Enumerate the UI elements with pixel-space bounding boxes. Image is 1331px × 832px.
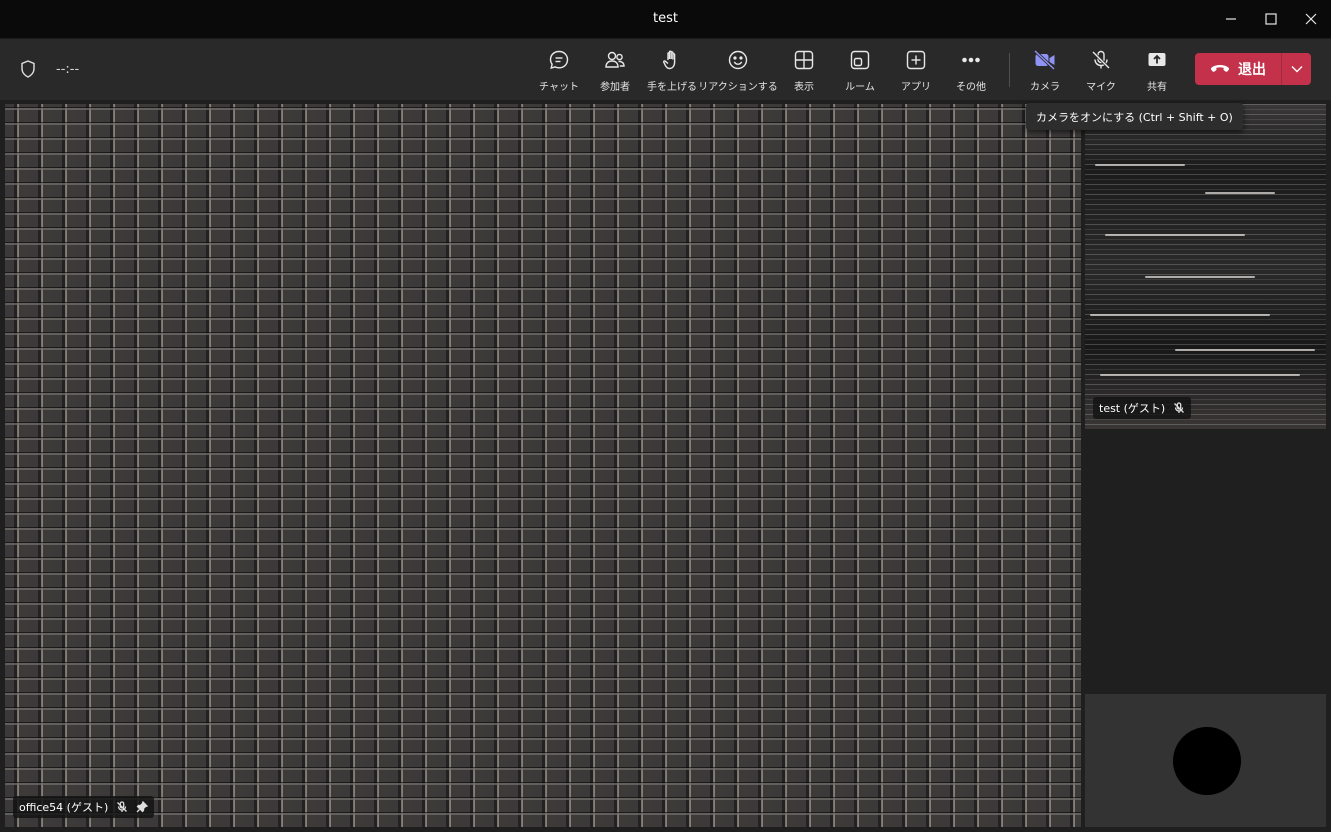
- share-icon: [1148, 53, 1166, 66]
- rooms-icon: [850, 50, 870, 70]
- mic-off-icon: [117, 801, 128, 812]
- more-icon: [962, 57, 980, 63]
- video-detail: [1205, 192, 1275, 194]
- maximize-icon: [1265, 13, 1277, 25]
- camera-label: カメラ: [1030, 82, 1060, 93]
- avatar: [1173, 727, 1241, 795]
- video-detail: [1105, 234, 1245, 236]
- more-button[interactable]: その他: [953, 47, 989, 97]
- chat-label: チャット: [539, 82, 579, 93]
- raise-hand-button[interactable]: 手を上げる: [646, 47, 698, 97]
- main-participant-name: office54 (ゲスト): [19, 801, 109, 814]
- main-participant-tag: office54 (ゲスト): [13, 796, 155, 818]
- people-icon: [605, 51, 625, 68]
- minimize-icon: [1226, 18, 1236, 20]
- grid-icon: [794, 50, 814, 70]
- camera-tooltip: カメラをオンにする (Ctrl + Shift + O): [1026, 103, 1243, 130]
- share-label: 共有: [1147, 82, 1167, 93]
- side-participant-tag: test (ゲスト): [1093, 397, 1192, 419]
- raise-hand-label: 手を上げる: [647, 82, 697, 93]
- mic-label: マイク: [1086, 82, 1116, 93]
- mic-button[interactable]: マイク: [1086, 47, 1116, 97]
- leave-main-button[interactable]: 退出: [1195, 53, 1281, 85]
- video-detail: [1175, 349, 1315, 351]
- mic-off-icon: [1091, 50, 1111, 70]
- video-detail: [1090, 314, 1270, 316]
- close-button[interactable]: [1291, 0, 1331, 38]
- shield-icon[interactable]: [18, 59, 38, 79]
- video-detail: [1095, 164, 1185, 166]
- title-bar: test: [0, 0, 1331, 38]
- hang-up-icon: [1210, 65, 1230, 72]
- smiley-icon: [728, 50, 748, 70]
- maximize-button[interactable]: [1251, 0, 1291, 38]
- meeting-timer: --:--: [56, 62, 80, 77]
- self-view-tile[interactable]: [1085, 694, 1326, 827]
- close-icon: [1305, 13, 1317, 25]
- camera-off-icon: [1033, 49, 1056, 71]
- leave-label: 退出: [1238, 62, 1266, 78]
- main-video-tile[interactable]: office54 (ゲスト): [5, 104, 1081, 827]
- share-button[interactable]: 共有: [1142, 47, 1172, 97]
- window-title: test: [653, 11, 678, 26]
- side-video-tile[interactable]: test (ゲスト): [1085, 104, 1326, 429]
- meeting-toolbar: --:-- チャット 参加者 手を上げる リアクションする 表示 ルーム アプリ…: [0, 38, 1331, 100]
- pin-icon: [136, 801, 149, 813]
- hand-icon: [663, 50, 676, 70]
- rooms-label: ルーム: [845, 82, 875, 93]
- chat-button[interactable]: チャット: [538, 47, 580, 97]
- reactions-label: リアクションする: [698, 82, 778, 93]
- mic-off-icon: [1174, 402, 1185, 413]
- minimize-button[interactable]: [1211, 0, 1251, 38]
- chat-icon: [549, 50, 569, 69]
- participants-button[interactable]: 参加者: [595, 47, 635, 97]
- chevron-down-icon: [1291, 66, 1302, 73]
- toolbar-divider: [1009, 53, 1010, 87]
- view-label: 表示: [794, 82, 814, 93]
- add-app-icon: [906, 50, 926, 70]
- view-button[interactable]: 表示: [788, 47, 820, 97]
- apps-button[interactable]: アプリ: [900, 47, 932, 97]
- participants-label: 参加者: [600, 82, 630, 93]
- rooms-button[interactable]: ルーム: [842, 47, 878, 97]
- more-label: その他: [956, 82, 986, 93]
- meeting-stage: office54 (ゲスト) test (ゲスト): [0, 100, 1331, 832]
- apps-label: アプリ: [901, 82, 931, 93]
- video-feed: [5, 104, 1081, 827]
- camera-button[interactable]: カメラ: [1028, 47, 1062, 97]
- leave-button[interactable]: 退出: [1195, 53, 1311, 85]
- leave-options-dropdown[interactable]: [1282, 53, 1311, 85]
- video-detail: [1145, 276, 1255, 278]
- video-detail: [1100, 374, 1300, 376]
- reactions-button[interactable]: リアクションする: [698, 47, 778, 97]
- side-participant-name: test (ゲスト): [1099, 402, 1166, 415]
